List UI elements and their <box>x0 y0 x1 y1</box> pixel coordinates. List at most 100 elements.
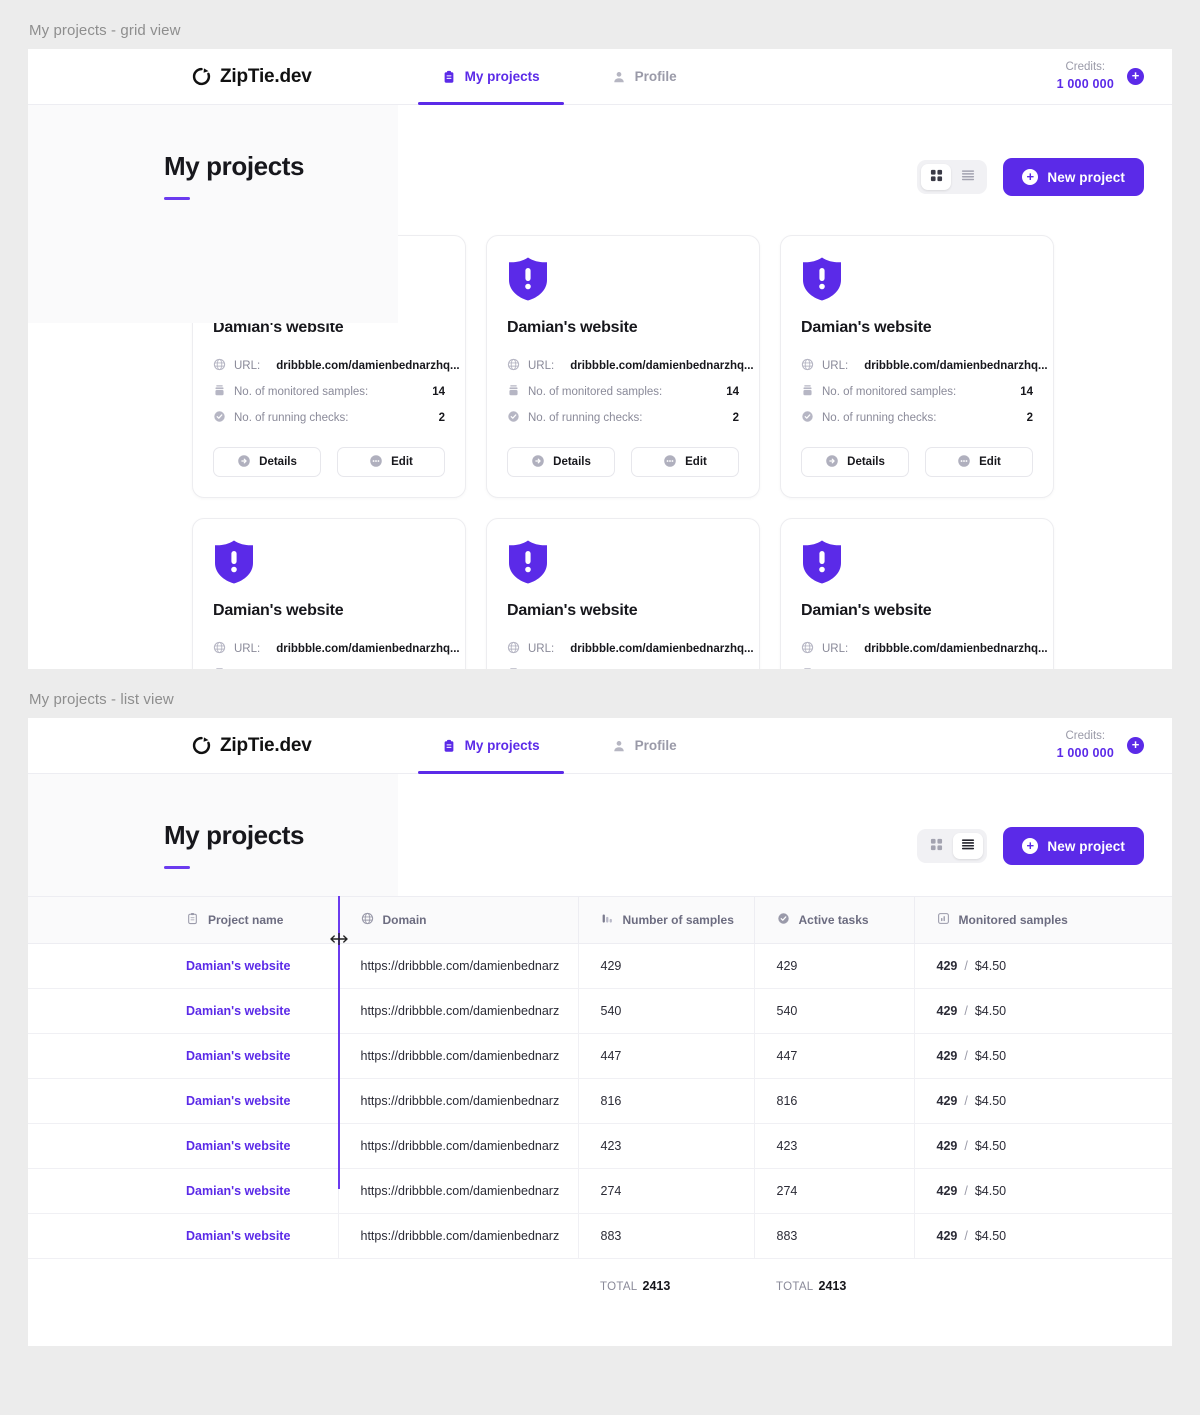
nav-item-my-projects[interactable]: My projects <box>417 718 564 774</box>
project-card[interactable]: Damian's website URL: dribbble.com/damie… <box>486 518 760 669</box>
add-credits-button[interactable]: + <box>1127 67 1144 85</box>
project-name-link[interactable]: Damian's website <box>186 1049 290 1063</box>
project-name-link[interactable]: Damian's website <box>186 1139 290 1153</box>
cell-active-tasks: 429 <box>754 943 915 989</box>
project-card[interactable]: Damian's website URL: dribbble.com/damie… <box>780 235 1054 498</box>
cell-monitored-samples: 429/$4.50 <box>914 988 1172 1034</box>
cell-active-tasks: 540 <box>754 988 915 1034</box>
project-card-title: Damian's website <box>801 602 932 619</box>
nav-item-profile[interactable]: Profile <box>604 718 685 773</box>
project-card-checks-row: No. of running checks: 2 <box>801 405 1033 431</box>
row-gutter <box>28 1213 164 1259</box>
project-name-link[interactable]: Damian's website <box>186 1184 290 1198</box>
column-header-number-of-samples[interactable]: Number of samples <box>578 896 755 944</box>
project-card-checks-row: No. of running checks: 2 <box>507 405 739 431</box>
cell-project-name[interactable]: Damian's website <box>164 1213 339 1259</box>
globe-icon <box>801 358 814 374</box>
header-actions-grid: + New project <box>917 151 1144 196</box>
check-circle-icon <box>213 410 226 426</box>
credits-value: 1 000 000 <box>1056 745 1114 760</box>
samples-icon <box>507 667 520 669</box>
details-button[interactable]: Details <box>507 447 615 477</box>
shield-alert-icon <box>213 539 445 590</box>
plus-circle-icon: + <box>1022 838 1039 854</box>
url-label: URL: <box>528 643 555 655</box>
cell-project-name[interactable]: Damian's website <box>164 943 339 989</box>
project-card-url-row: URL: dribbble.com/damienbednarzhq... <box>801 636 1048 662</box>
column-label: Active tasks <box>798 913 869 927</box>
column-header-domain[interactable]: Domain <box>338 896 579 944</box>
table-row[interactable]: Damian's website https://dribbble.com/da… <box>28 1033 1172 1079</box>
nav-item-profile[interactable]: Profile <box>604 49 685 104</box>
add-credits-button[interactable]: + <box>1127 736 1144 754</box>
grid-view-button[interactable] <box>921 164 952 190</box>
nav-item-my-projects[interactable]: My projects <box>417 49 564 105</box>
project-name-link[interactable]: Damian's website <box>186 959 290 973</box>
column-header-monitored-samples[interactable]: Monitored samples <box>914 896 1172 944</box>
table-row[interactable]: Damian's website https://dribbble.com/da… <box>28 1168 1172 1214</box>
url-value: dribbble.com/damienbednarzhq... <box>864 643 1048 655</box>
project-name-link[interactable]: Damian's website <box>186 1004 290 1018</box>
row-gutter <box>28 943 164 989</box>
edit-label: Edit <box>391 456 413 468</box>
project-card-url-row: URL: dribbble.com/damienbednarzhq... <box>507 353 754 379</box>
title-underline <box>164 866 190 869</box>
edit-button[interactable]: Edit <box>337 447 445 477</box>
brand-logo-list[interactable]: ZipTie.dev <box>192 735 312 757</box>
project-card-actions: Details Edit <box>507 447 739 477</box>
project-name-link[interactable]: Damian's website <box>186 1229 290 1243</box>
globe-icon <box>801 641 814 657</box>
table-gutter <box>28 896 164 944</box>
cell-project-name[interactable]: Damian's website <box>164 1078 339 1124</box>
samples-icon <box>801 384 814 400</box>
table-row[interactable]: Damian's website https://dribbble.com/da… <box>28 1123 1172 1169</box>
project-card[interactable]: Damian's website URL: dribbble.com/damie… <box>192 518 466 669</box>
url-label: URL: <box>822 360 849 372</box>
navbar-list: ZipTie.dev My projects Profile Credits: … <box>28 718 1172 774</box>
table-head: Project name Domain Number of samples Ac… <box>28 896 1172 944</box>
globe-icon <box>213 358 226 374</box>
details-button[interactable]: Details <box>213 447 321 477</box>
edit-button[interactable]: Edit <box>631 447 739 477</box>
new-project-button[interactable]: + New project <box>1003 827 1144 865</box>
cell-monitored-samples: 429/$4.50 <box>914 1078 1172 1124</box>
total-samples-cell: TOTAL 2413 <box>578 1259 754 1314</box>
column-label: Monitored samples <box>958 913 1068 927</box>
column-header-project-name[interactable]: Project name <box>164 896 339 944</box>
list-view-button[interactable] <box>953 833 984 859</box>
list-view-button[interactable] <box>953 164 983 190</box>
column-label: Domain <box>382 913 427 927</box>
new-project-button[interactable]: + New project <box>1003 158 1144 196</box>
new-project-label: New project <box>1047 838 1125 854</box>
table-row[interactable]: Damian's website https://dribbble.com/da… <box>28 988 1172 1034</box>
brand-logo[interactable]: ZipTie.dev <box>192 66 312 88</box>
chart-square-icon <box>937 912 950 928</box>
table-row[interactable]: Damian's website https://dribbble.com/da… <box>28 1078 1172 1124</box>
cell-project-name[interactable]: Damian's website <box>164 988 339 1034</box>
details-button[interactable]: Details <box>801 447 909 477</box>
project-card[interactable]: Damian's website URL: dribbble.com/damie… <box>486 235 760 498</box>
table-row[interactable]: Damian's website https://dribbble.com/da… <box>28 1213 1172 1259</box>
table-row[interactable]: Damian's website https://dribbble.com/da… <box>28 943 1172 989</box>
project-name-link[interactable]: Damian's website <box>186 1094 290 1108</box>
table-body: Damian's website https://dribbble.com/da… <box>28 943 1172 1259</box>
url-value: dribbble.com/damienbednarzhq... <box>570 643 754 655</box>
grid-view-button[interactable] <box>921 833 951 859</box>
cell-project-name[interactable]: Damian's website <box>164 1168 339 1214</box>
cell-number-of-samples: 447 <box>578 1033 755 1079</box>
samples-value: 14 <box>432 386 445 398</box>
cell-project-name[interactable]: Damian's website <box>164 1123 339 1169</box>
project-card-samples-row: No. of monitored samples: 14 <box>507 379 739 405</box>
column-header-active-tasks[interactable]: Active tasks <box>754 896 915 944</box>
project-card-samples-row: No. of monitored samples: 14 <box>801 662 1033 669</box>
page-header-grid: My projects + New project <box>28 105 1172 323</box>
cell-project-name[interactable]: Damian's website <box>164 1033 339 1079</box>
plus-circle-icon: + <box>1022 169 1039 185</box>
projects-table-wrap: Project name Domain Number of samples Ac… <box>28 896 1172 1313</box>
cell-active-tasks: 816 <box>754 1078 915 1124</box>
project-card[interactable]: Damian's website URL: dribbble.com/damie… <box>780 518 1054 669</box>
project-card-title: Damian's website <box>801 319 932 336</box>
project-card-url-row: URL: dribbble.com/damienbednarzhq... <box>801 353 1048 379</box>
edit-button[interactable]: Edit <box>925 447 1033 477</box>
new-project-label: New project <box>1047 169 1125 185</box>
